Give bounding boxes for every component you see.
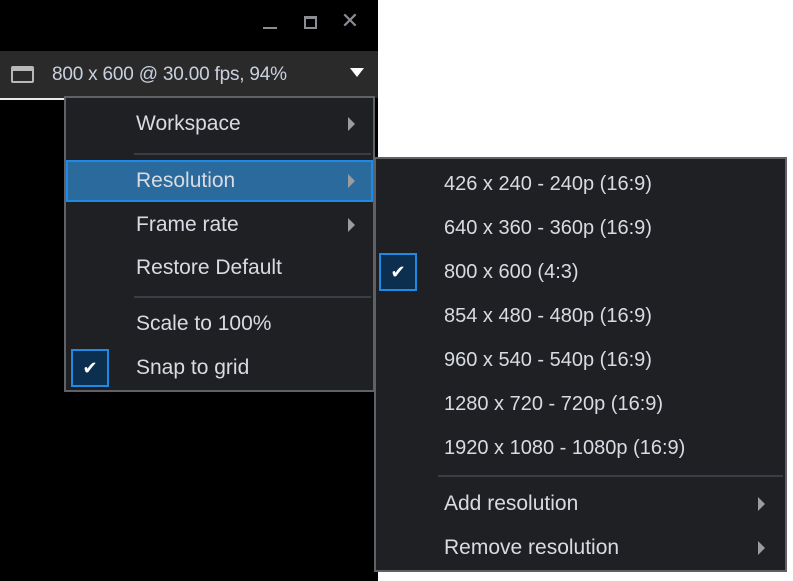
checkmark-icon: ✔ [379,253,417,291]
resolution-label: 800 x 600 (4:3) [444,260,579,283]
menu-item-restore-default[interactable]: Restore Default [66,247,373,289]
resolution-label: 960 x 540 - 540p (16:9) [444,348,652,371]
menu-item-label: Remove resolution [444,536,620,559]
menu-item-workspace[interactable]: Workspace [66,103,373,145]
resolution-submenu: 426 x 240 - 240p (16:9) 640 x 360 - 360p… [374,157,787,572]
maximize-icon [303,15,317,29]
resolution-option[interactable]: 854 x 480 - 480p (16:9) [376,295,785,337]
menu-item-resolution[interactable]: Resolution [66,160,373,202]
resolution-label: 640 x 360 - 360p (16:9) [444,216,652,239]
resolution-label: 1280 x 720 - 720p (16:9) [444,392,664,415]
close-icon: ✕ [340,9,360,34]
resolution-status-text: 800 x 600 @ 30.00 fps, 94% [52,63,287,85]
submenu-arrow-icon [758,541,765,555]
menu-item-scale-to-100[interactable]: Scale to 100% [66,303,373,345]
menu-item-label: Resolution [136,169,236,192]
resolution-option[interactable]: 960 x 540 - 540p (16:9) [376,339,785,381]
display-icon [11,66,34,83]
menu-separator [134,296,371,298]
status-underline [0,98,66,100]
resolution-status-bar[interactable]: 800 x 600 @ 30.00 fps, 94% [0,51,378,98]
resolution-option[interactable]: 1920 x 1080 - 1080p (16:9) [376,427,785,469]
submenu-arrow-icon [348,174,355,188]
resolution-label: 1920 x 1080 - 1080p (16:9) [444,436,686,459]
menu-item-label: Add resolution [444,492,579,515]
submenu-arrow-icon [758,497,765,511]
menu-item-label: Workspace [136,112,241,135]
resolution-option[interactable]: 426 x 240 - 240p (16:9) [376,163,785,205]
resolution-option[interactable]: 1280 x 720 - 720p (16:9) [376,383,785,425]
resolution-label: 854 x 480 - 480p (16:9) [444,304,652,327]
remove-resolution-item[interactable]: Remove resolution [376,527,785,569]
window-controls: ✕ [250,8,370,36]
menu-separator [134,153,371,155]
add-resolution-item[interactable]: Add resolution [376,483,785,525]
context-menu: Workspace Resolution Frame rate Restore … [64,96,375,392]
checkmark-icon: ✔ [71,349,109,387]
menu-separator [438,475,783,477]
menu-item-label: Restore Default [136,256,282,279]
resolution-label: 426 x 240 - 240p (16:9) [444,172,652,195]
minimize-icon [263,27,277,29]
menu-item-frame-rate[interactable]: Frame rate [66,204,373,246]
resolution-option-selected[interactable]: ✔ 800 x 600 (4:3) [376,251,785,293]
submenu-arrow-icon [348,218,355,232]
close-button[interactable]: ✕ [330,8,370,36]
menu-item-label: Snap to grid [136,356,250,379]
submenu-arrow-icon [348,117,355,131]
caret-down-icon[interactable] [350,68,364,77]
resolution-option[interactable]: 640 x 360 - 360p (16:9) [376,207,785,249]
minimize-button[interactable] [250,8,290,36]
menu-item-label: Scale to 100% [136,312,272,335]
maximize-button[interactable] [290,8,330,36]
menu-item-label: Frame rate [136,213,239,236]
menu-item-snap-to-grid[interactable]: ✔ Snap to grid [66,347,373,389]
